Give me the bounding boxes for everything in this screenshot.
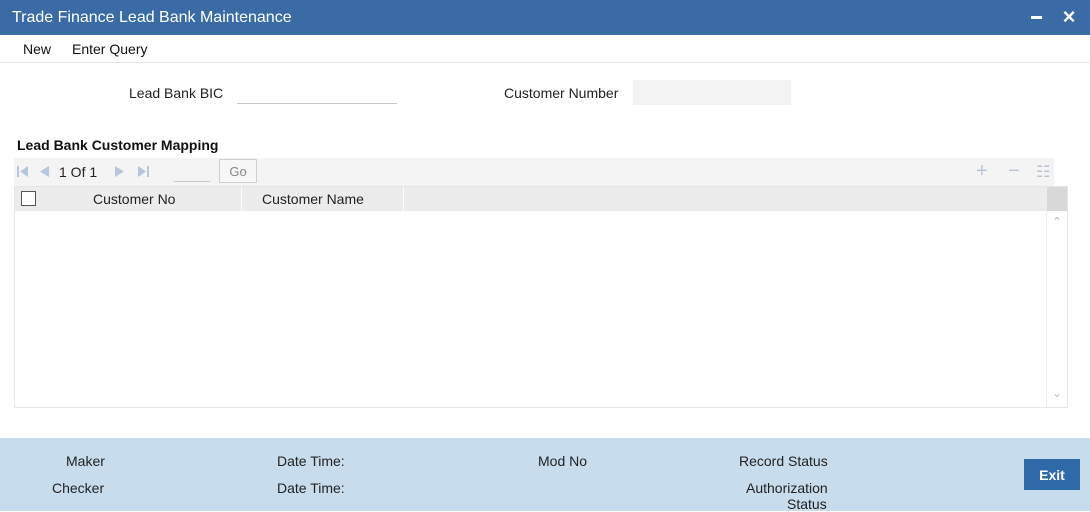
title-bar: Trade Finance Lead Bank Maintenance × <box>0 0 1090 35</box>
section-title: Lead Bank Customer Mapping <box>17 137 219 153</box>
new-menu-item[interactable]: New <box>23 41 51 57</box>
select-all-checkbox[interactable] <box>21 191 36 206</box>
minus-icon[interactable]: − <box>1008 161 1020 181</box>
enter-query-menu-item[interactable]: Enter Query <box>72 41 147 57</box>
exit-button[interactable]: Exit <box>1024 459 1080 490</box>
page-indicator: 1 Of 1 <box>59 164 98 180</box>
column-separator <box>403 187 404 211</box>
customer-number-label: Customer Number <box>504 85 619 101</box>
menu-bar: New Enter Query <box>0 35 1090 63</box>
record-status-label: Record Status <box>739 453 828 469</box>
last-page-icon[interactable] <box>138 166 149 177</box>
next-page-icon[interactable] <box>115 166 125 177</box>
customer-number-input[interactable] <box>633 80 791 105</box>
audit-footer: Maker Checker Date Time: Date Time: Mod … <box>0 438 1090 512</box>
first-page-icon[interactable] <box>17 166 28 177</box>
column-header-customer-no[interactable]: Customer No <box>93 191 175 207</box>
scroll-up-icon[interactable]: ⌃ <box>1047 215 1067 228</box>
customer-mapping-grid: Customer No Customer Name ⌃ ⌄ <box>14 186 1068 408</box>
previous-page-icon[interactable] <box>39 166 49 177</box>
lead-bank-bic-label: Lead Bank BIC <box>129 85 224 101</box>
column-separator <box>241 187 242 211</box>
window-title: Trade Finance Lead Bank Maintenance <box>12 9 292 26</box>
authorization-status-label-line1: Authorization <box>746 480 828 496</box>
close-icon[interactable]: × <box>1058 6 1080 28</box>
authorization-status-label-line2: Status <box>787 496 827 512</box>
column-header-customer-name[interactable]: Customer Name <box>262 191 364 207</box>
mod-no-label: Mod No <box>538 453 588 469</box>
page-number-input[interactable] <box>174 162 210 182</box>
maker-label: Maker <box>66 453 105 469</box>
grid-header: Customer No Customer Name <box>15 187 1047 211</box>
scroll-thumb[interactable] <box>1047 187 1067 211</box>
minimize-icon[interactable] <box>1031 16 1042 19</box>
list-view-icon[interactable]: ☷ <box>1036 163 1050 183</box>
go-button[interactable]: Go <box>219 159 257 183</box>
plus-icon[interactable]: + <box>976 161 988 181</box>
lead-bank-bic-input[interactable] <box>237 80 397 104</box>
checker-label: Checker <box>52 480 105 496</box>
grid-navigation-bar: 1 Of 1 Go + − ☷ <box>14 158 1054 186</box>
grid-scrollbar[interactable]: ⌃ ⌄ <box>1046 187 1067 407</box>
maker-date-time-label: Date Time: <box>277 453 345 469</box>
scroll-down-icon[interactable]: ⌄ <box>1047 387 1067 400</box>
checker-date-time-label: Date Time: <box>277 480 345 496</box>
